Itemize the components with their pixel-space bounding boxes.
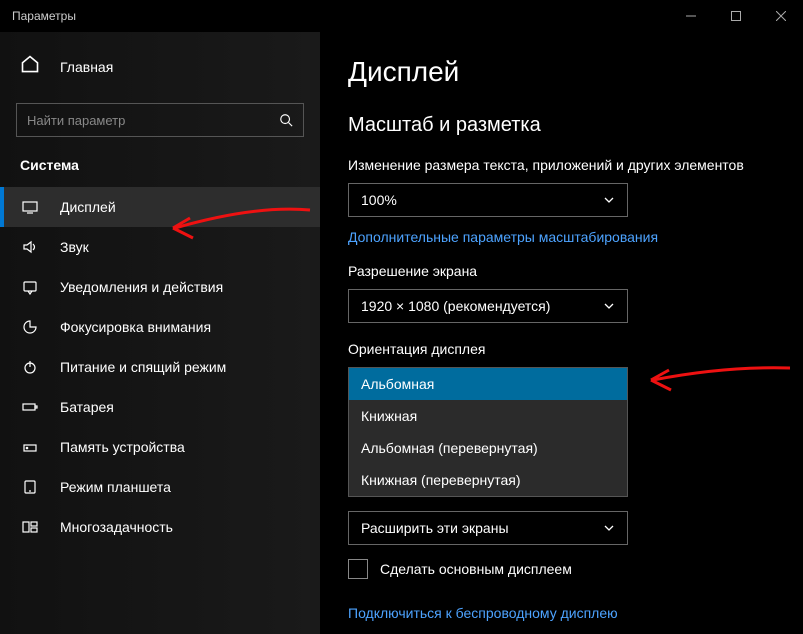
sidebar-item-storage[interactable]: Память устройства	[0, 427, 320, 467]
orientation-label: Ориентация дисплея	[348, 341, 775, 357]
primary-display-checkbox[interactable]	[348, 559, 368, 579]
storage-icon	[20, 439, 40, 455]
sidebar-item-label: Фокусировка внимания	[60, 319, 211, 335]
orientation-option[interactable]: Альбомная	[349, 368, 627, 400]
sidebar-item-display[interactable]: Дисплей	[0, 187, 320, 227]
section-title: Система	[0, 157, 320, 187]
sidebar-item-label: Дисплей	[60, 199, 116, 215]
sidebar-item-power[interactable]: Питание и спящий режим	[0, 347, 320, 387]
sound-icon	[20, 239, 40, 255]
maximize-button[interactable]	[713, 0, 758, 32]
primary-display-label: Сделать основным дисплеем	[380, 561, 572, 577]
power-icon	[20, 359, 40, 375]
scale-dropdown[interactable]: 100%	[348, 183, 628, 217]
chevron-down-icon	[603, 300, 615, 312]
multitasking-icon	[20, 519, 40, 535]
wireless-display-link[interactable]: Подключиться к беспроводному дисплею	[348, 605, 775, 621]
multi-display-dropdown[interactable]: Расширить эти экраны	[348, 511, 628, 545]
main-content: Дисплей Масштаб и разметка Изменение раз…	[320, 32, 803, 634]
scale-label: Изменение размера текста, приложений и д…	[348, 157, 775, 173]
sidebar-item-label: Уведомления и действия	[60, 279, 223, 295]
sidebar-item-battery[interactable]: Батарея	[0, 387, 320, 427]
focus-icon	[20, 319, 40, 335]
sidebar: Главная Система Дисплей Звук Уведомления…	[0, 32, 320, 634]
chevron-down-icon	[603, 522, 615, 534]
resolution-label: Разрешение экрана	[348, 263, 775, 279]
orientation-option[interactable]: Книжная (перевернутая)	[349, 464, 627, 496]
battery-icon	[20, 399, 40, 415]
window-title: Параметры	[12, 9, 76, 23]
sidebar-item-label: Память устройства	[60, 439, 185, 455]
sidebar-item-focus[interactable]: Фокусировка внимания	[0, 307, 320, 347]
close-button[interactable]	[758, 0, 803, 32]
chevron-down-icon	[603, 194, 615, 206]
sidebar-item-label: Звук	[60, 239, 89, 255]
group-title: Масштаб и разметка	[348, 114, 775, 137]
page-title: Дисплей	[348, 56, 775, 88]
scale-value: 100%	[361, 192, 603, 208]
search-input[interactable]	[27, 113, 279, 128]
tablet-icon	[20, 479, 40, 495]
sidebar-item-label: Режим планшета	[60, 479, 171, 495]
sidebar-item-sound[interactable]: Звук	[0, 227, 320, 267]
scale-advanced-link[interactable]: Дополнительные параметры масштабирования	[348, 229, 775, 245]
sidebar-item-tablet[interactable]: Режим планшета	[0, 467, 320, 507]
display-icon	[20, 199, 40, 215]
search-icon	[279, 113, 293, 127]
resolution-value: 1920 × 1080 (рекомендуется)	[361, 298, 603, 314]
search-box[interactable]	[16, 103, 304, 137]
sidebar-item-label: Питание и спящий режим	[60, 359, 226, 375]
sidebar-home[interactable]: Главная	[0, 44, 320, 89]
sidebar-item-notifications[interactable]: Уведомления и действия	[0, 267, 320, 307]
home-label: Главная	[60, 59, 113, 75]
resolution-dropdown[interactable]: 1920 × 1080 (рекомендуется)	[348, 289, 628, 323]
notifications-icon	[20, 279, 40, 295]
home-icon	[20, 54, 40, 79]
multi-display-value: Расширить эти экраны	[361, 520, 603, 536]
orientation-dropdown-open[interactable]: Альбомная Книжная Альбомная (перевернута…	[348, 367, 628, 497]
minimize-button[interactable]	[668, 0, 713, 32]
sidebar-item-label: Батарея	[60, 399, 114, 415]
orientation-option[interactable]: Книжная	[349, 400, 627, 432]
sidebar-item-multitasking[interactable]: Многозадачность	[0, 507, 320, 547]
sidebar-item-label: Многозадачность	[60, 519, 173, 535]
orientation-option[interactable]: Альбомная (перевернутая)	[349, 432, 627, 464]
